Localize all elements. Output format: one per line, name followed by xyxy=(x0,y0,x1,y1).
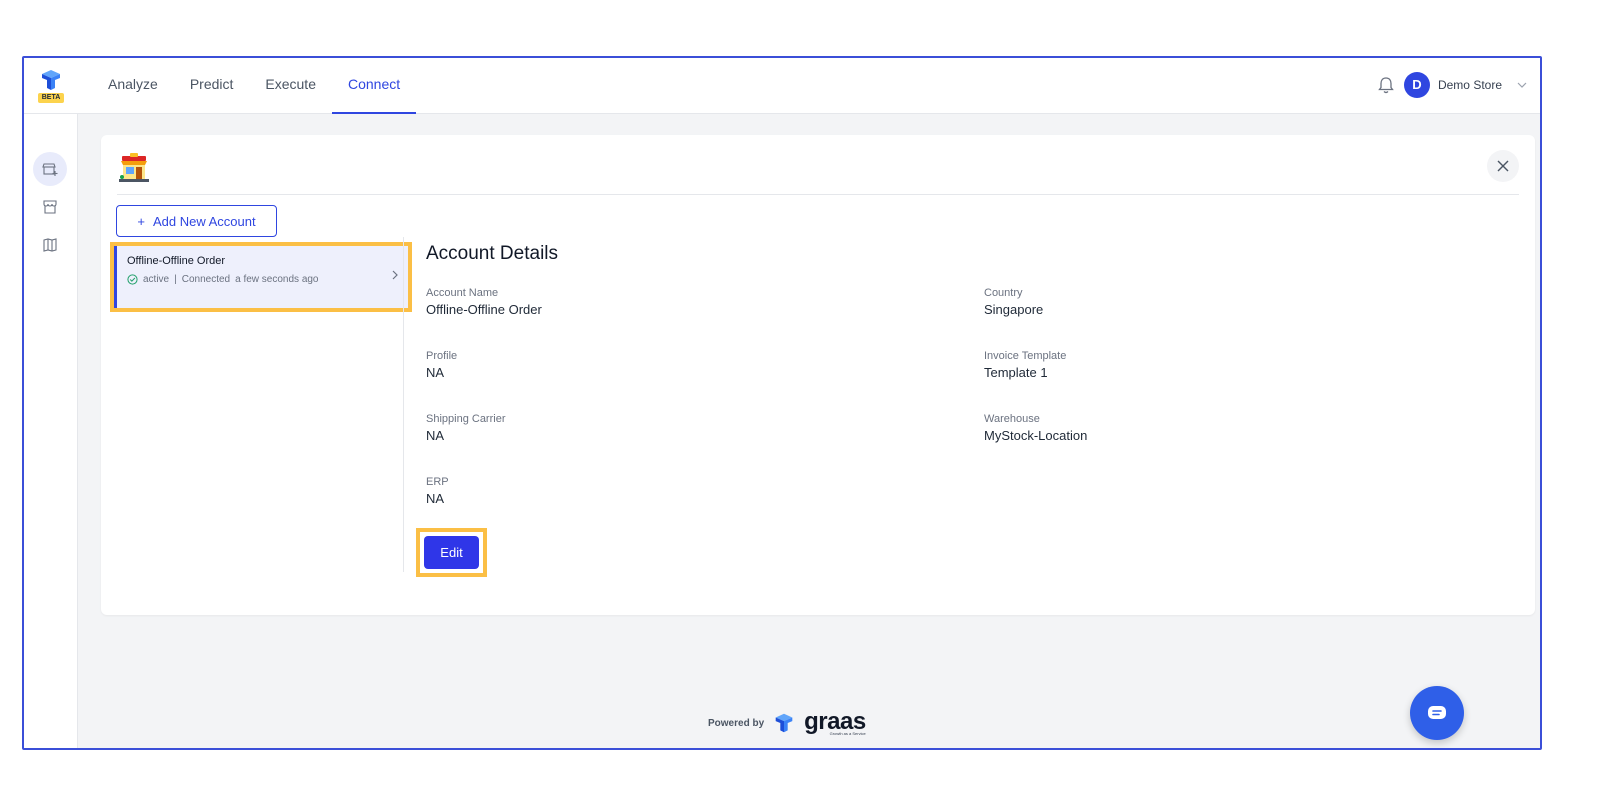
sidebar-item-storefront[interactable] xyxy=(33,190,67,224)
account-item-status: active | Connected a few seconds ago xyxy=(127,274,398,285)
map-icon xyxy=(43,238,57,252)
check-circle-icon xyxy=(127,274,138,285)
graas-brand-icon xyxy=(775,713,793,733)
account-details: Account Details xyxy=(426,243,558,265)
tab-predict[interactable]: Predict xyxy=(174,58,250,114)
status-separator: | xyxy=(174,274,177,285)
graas-logo-icon xyxy=(42,70,60,90)
sidebar-item-map[interactable] xyxy=(33,228,67,262)
field-value: Offline-Offline Order xyxy=(426,302,542,317)
account-list-item-body: Offline-Offline Order active | Connected… xyxy=(114,246,408,308)
status-text: active xyxy=(143,274,170,285)
connection-time: a few seconds ago xyxy=(235,274,319,285)
close-button[interactable] xyxy=(1487,150,1519,182)
field-value: Template 1 xyxy=(984,365,1048,380)
field-value: NA xyxy=(426,365,445,380)
app-window: BETA Analyze Predict Execute Connect D D… xyxy=(22,56,1542,750)
field-label: Shipping Carrier xyxy=(426,413,506,425)
field-value: NA xyxy=(426,428,445,443)
graas-logo[interactable]: BETA xyxy=(38,68,64,104)
chat-widget-button[interactable] xyxy=(1410,686,1464,740)
main-nav: Analyze Predict Execute Connect xyxy=(92,58,417,114)
field-warehouse: Warehouse MyStock-Location xyxy=(984,413,1087,443)
connection-text: Connected xyxy=(181,274,231,285)
field-label: Invoice Template xyxy=(984,350,1067,362)
chevron-down-icon[interactable] xyxy=(1516,79,1528,91)
sidebar-item-store-connect[interactable] xyxy=(33,152,67,186)
field-label: Account Name xyxy=(426,287,499,299)
field-shipping-carrier: Shipping Carrier NA xyxy=(426,413,505,443)
account-card: + Add New Account Offline-Offline Order … xyxy=(101,135,1535,615)
tab-analyze[interactable]: Analyze xyxy=(92,58,174,114)
field-label: ERP xyxy=(426,476,449,488)
avatar[interactable]: D xyxy=(1403,72,1430,98)
card-header xyxy=(117,149,1519,195)
powered-by-text: Powered by xyxy=(708,717,765,729)
graas-brand: graas Growth as a Service xyxy=(804,707,866,736)
field-erp: ERP NA xyxy=(426,476,449,506)
footer: Powered by graas Growth as a Service xyxy=(708,707,866,736)
field-invoice-template: Invoice Template Template 1 xyxy=(984,350,1066,380)
details-title: Account Details xyxy=(426,243,559,264)
bell-icon[interactable] xyxy=(1376,75,1396,95)
field-value: Singapore xyxy=(984,302,1044,317)
field-label: Warehouse xyxy=(984,413,1040,425)
tab-execute[interactable]: Execute xyxy=(249,58,332,114)
user-area: D Demo Store xyxy=(1376,72,1528,98)
brand-name: graas xyxy=(804,707,866,735)
store-icon xyxy=(119,153,149,182)
field-value: MyStock-Location xyxy=(984,428,1088,443)
top-navigation-bar: BETA Analyze Predict Execute Connect D D… xyxy=(24,58,1540,114)
field-account-name: Account Name Offline-Offline Order xyxy=(426,287,542,317)
chevron-right-icon xyxy=(392,270,398,280)
add-new-account-label: Add New Account xyxy=(152,213,256,229)
beta-badge: BETA xyxy=(38,93,64,103)
storefront-icon xyxy=(43,200,57,214)
field-label: Country xyxy=(984,287,1023,299)
tab-connect[interactable]: Connect xyxy=(331,58,417,114)
panel-divider xyxy=(403,237,404,572)
account-list-item[interactable]: Offline-Offline Order active | Connected… xyxy=(110,242,412,312)
store-add-icon xyxy=(42,163,58,176)
left-sidebar xyxy=(24,114,78,748)
account-item-name: Offline-Offline Order xyxy=(127,255,226,267)
close-icon xyxy=(1497,160,1509,172)
field-country: Country Singapore xyxy=(984,287,1043,317)
field-value: NA xyxy=(426,491,445,506)
edit-button[interactable]: Edit xyxy=(424,536,479,569)
chat-icon xyxy=(1428,706,1446,719)
plus-icon: + xyxy=(137,213,145,229)
add-new-account-button[interactable]: + Add New Account xyxy=(116,205,277,237)
field-profile: Profile NA xyxy=(426,350,457,380)
edit-button-highlight: Edit xyxy=(416,528,487,577)
store-name[interactable]: Demo Store xyxy=(1438,78,1502,92)
field-label: Profile xyxy=(426,350,458,362)
